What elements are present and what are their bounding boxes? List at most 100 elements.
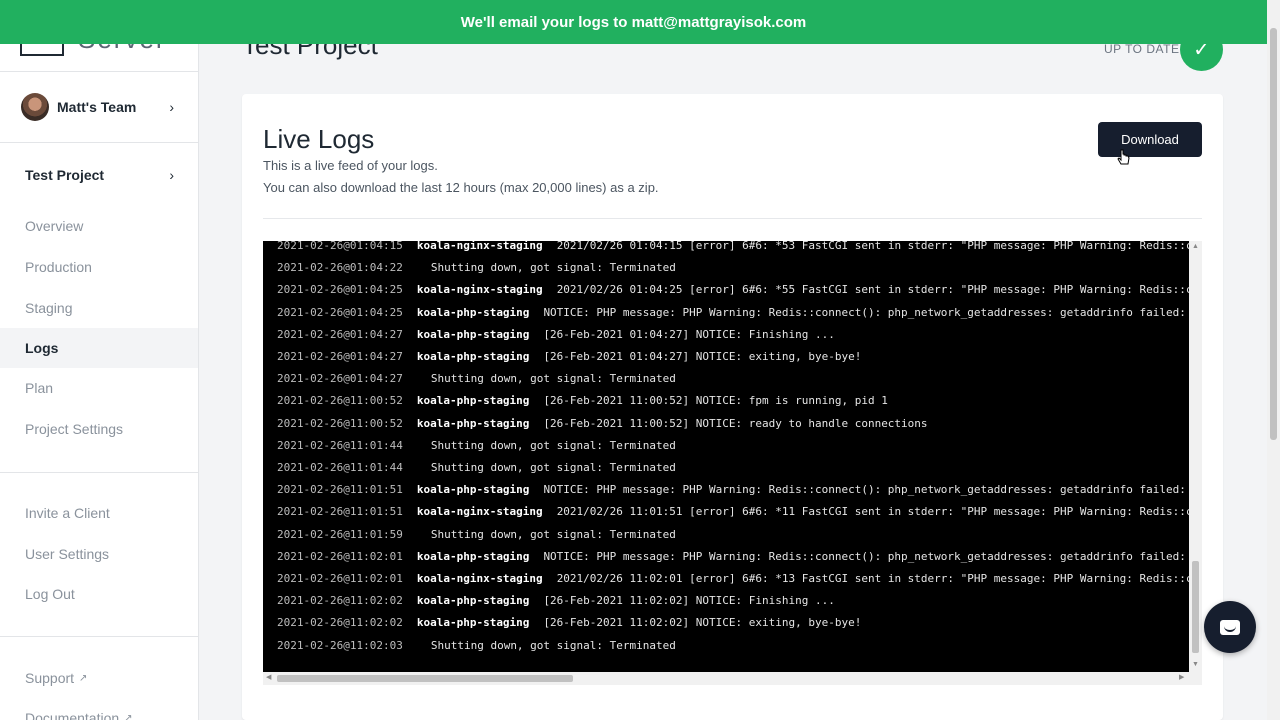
sidebar-divider	[0, 472, 198, 473]
log-timestamp: 2021-02-26@01:04:25	[277, 305, 403, 319]
log-timestamp: 2021-02-26@11:01:51	[277, 483, 403, 497]
log-source: koala-nginx-staging	[416, 505, 543, 519]
project-switcher[interactable]: Test Project ›	[0, 160, 198, 190]
log-timestamp: 2021-02-26@11:01:44	[277, 461, 403, 474]
log-message: [26-Feb-2021 01:04:27] NOTICE: exiting, …	[543, 350, 862, 363]
chat-button[interactable]	[1204, 601, 1256, 653]
log-source: koala-php-staging	[416, 327, 530, 341]
log-message: 2021/02/26 11:02:01 [error] 6#6: *13 Fas…	[556, 572, 1189, 585]
log-line: 2021-02-26@01:04:27 koala-php-staging [26-…	[277, 326, 835, 344]
log-message: Shutting down, got signal: Terminated	[430, 438, 676, 452]
log-timestamp: 2021-02-26@11:00:52	[277, 416, 403, 430]
chat-icon	[1220, 619, 1240, 635]
sidebar-item-user-settings[interactable]: User Settings	[0, 534, 198, 574]
log-message: Shutting down, got signal: Terminated	[430, 372, 676, 386]
log-message: Shutting down, got signal: Terminated	[430, 527, 676, 541]
live-logs-card: Live Logs This is a live feed of your lo…	[242, 94, 1223, 720]
log-line: 2021-02-26@11:02:01 koala-nginx-staging 20…	[277, 570, 1189, 588]
log-message: Shutting down, got signal: Terminated	[430, 638, 676, 652]
log-line: 2021-02-26@01:04:25 koala-php-staging NOTI…	[277, 304, 1189, 322]
card-description: This is a live feed of your logs.	[263, 158, 438, 173]
log-timestamp: 2021-02-26@11:02:01	[277, 572, 403, 585]
log-line: 2021-02-26@01:04:25 koala-nginx-staging 20…	[277, 281, 1189, 299]
log-timestamp: 2021-02-26@11:02:01	[277, 549, 403, 563]
sidebar-item-documentation[interactable]: Documentation ↗	[0, 698, 198, 720]
log-line: 2021-02-26@01:04:15 koala-nginx-staging 20…	[277, 241, 1189, 255]
scroll-up-icon[interactable]: ▲	[1192, 243, 1199, 250]
team-switcher[interactable]: Matt's Team ›	[0, 88, 198, 126]
card-title: Live Logs	[263, 124, 375, 154]
sidebar-item-overview[interactable]: Overview	[0, 206, 198, 246]
log-line: 2021-02-26@01:04:27 koala-php-staging [26-…	[277, 348, 861, 366]
log-message: Shutting down, got signal: Terminated	[430, 261, 676, 275]
sidebar-item-log-out[interactable]: Log Out	[0, 574, 198, 614]
sidebar-item-project-settings[interactable]: Project Settings	[0, 409, 198, 449]
sidebar-item-staging[interactable]: Staging	[0, 288, 198, 328]
sidebar-divider	[0, 71, 198, 72]
page-scroll-thumb[interactable]	[1270, 28, 1277, 440]
sidebar-item-plan[interactable]: Plan	[0, 368, 198, 408]
log-message: [26-Feb-2021 11:00:52] NOTICE: fpm is ru…	[543, 394, 888, 408]
log-vertical-scrollbar[interactable]: ▲ ▼	[1189, 241, 1202, 672]
scroll-right-icon[interactable]: ▶	[1179, 673, 1184, 681]
log-timestamp: 2021-02-26@01:04:15	[277, 241, 403, 252]
sidebar-divider	[0, 636, 198, 637]
log-line: 2021-02-26@11:01:59 Shutting down, got si…	[277, 526, 676, 544]
log-line: 2021-02-26@11:02:03 Shutting down, got si…	[277, 637, 676, 655]
log-timestamp: 2021-02-26@01:04:27	[277, 372, 403, 386]
log-message: [26-Feb-2021 11:02:02] NOTICE: exiting, …	[543, 616, 862, 630]
sidebar-item-logs[interactable]: Logs	[0, 328, 198, 368]
download-button[interactable]: Download	[1098, 122, 1202, 157]
log-console[interactable]: 2021-02-26@01:04:15 koala-nginx-staging 20…	[263, 241, 1189, 672]
log-line: 2021-02-26@11:01:51 koala-php-staging NOTI…	[277, 481, 1189, 499]
log-timestamp: 2021-02-26@01:04:27	[277, 350, 403, 363]
log-line: 2021-02-26@01:04:22 Shutting down, got si…	[277, 259, 676, 277]
log-source: koala-php-staging	[416, 394, 530, 408]
log-source: koala-php-staging	[416, 483, 530, 497]
page-scrollbar[interactable]	[1267, 0, 1280, 720]
chevron-right-icon: ›	[169, 167, 174, 183]
card-download-note: You can also download the last 12 hours …	[263, 180, 659, 195]
log-timestamp: 2021-02-26@11:01:44	[277, 438, 403, 452]
log-line: 2021-02-26@11:00:52 koala-php-staging [26-…	[277, 415, 928, 433]
log-horizontal-scrollbar[interactable]: ◀ ▶	[263, 672, 1202, 685]
log-line: 2021-02-26@11:01:44 Shutting down, got si…	[277, 459, 676, 477]
log-message: Shutting down, got signal: Terminated	[430, 461, 676, 474]
project-name: Test Project	[25, 167, 105, 183]
log-message: [26-Feb-2021 01:04:27] NOTICE: Finishing…	[543, 327, 835, 341]
scroll-left-icon[interactable]: ◀	[266, 673, 271, 681]
log-vertical-scroll-thumb[interactable]	[1192, 561, 1199, 653]
log-message: NOTICE: PHP message: PHP Warning: Redis:…	[543, 483, 1189, 497]
log-line: 2021-02-26@11:02:02 koala-php-staging [26-…	[277, 592, 835, 610]
mouse-cursor-icon	[1117, 149, 1130, 165]
log-line: 2021-02-26@11:02:01 koala-php-staging NOTI…	[277, 548, 1189, 566]
log-timestamp: 2021-02-26@11:01:59	[277, 527, 403, 541]
log-timestamp: 2021-02-26@11:01:51	[277, 505, 403, 519]
sidebar-divider	[0, 142, 198, 143]
sidebar-item-production[interactable]: Production	[0, 247, 198, 287]
log-timestamp: 2021-02-26@01:04:22	[277, 261, 403, 275]
log-timestamp: 2021-02-26@11:00:52	[277, 394, 403, 408]
log-source: koala-php-staging	[416, 350, 530, 363]
external-link-icon: ↗	[124, 712, 133, 720]
notification-banner: We'll email your logs to matt@mattgrayis…	[0, 0, 1267, 44]
log-source: koala-nginx-staging	[416, 572, 543, 585]
avatar	[21, 93, 49, 121]
scroll-down-icon[interactable]: ▼	[1192, 661, 1199, 668]
log-source: koala-php-staging	[416, 594, 530, 608]
log-message: NOTICE: PHP message: PHP Warning: Redis:…	[543, 549, 1189, 563]
log-source: koala-php-staging	[416, 549, 530, 563]
log-horizontal-scroll-thumb[interactable]	[277, 675, 573, 682]
log-line: 2021-02-26@01:04:27 Shutting down, got si…	[277, 370, 676, 388]
log-line: 2021-02-26@11:01:44 Shutting down, got si…	[277, 437, 676, 455]
log-timestamp: 2021-02-26@11:02:02	[277, 594, 403, 608]
log-source: koala-nginx-staging	[416, 283, 543, 297]
sidebar-item-support[interactable]: Support ↗	[0, 658, 198, 698]
sidebar: Server Matt's Team › Test Project › Over…	[0, 0, 199, 720]
log-line: 2021-02-26@11:00:52 koala-php-staging [26-…	[277, 392, 888, 410]
sidebar-item-invite-client[interactable]: Invite a Client	[0, 493, 198, 533]
deploy-status-text: UP TO DATE	[1104, 42, 1180, 56]
external-link-icon: ↗	[79, 672, 88, 684]
log-source: koala-php-staging	[416, 305, 530, 319]
log-source: koala-nginx-staging	[416, 241, 543, 252]
